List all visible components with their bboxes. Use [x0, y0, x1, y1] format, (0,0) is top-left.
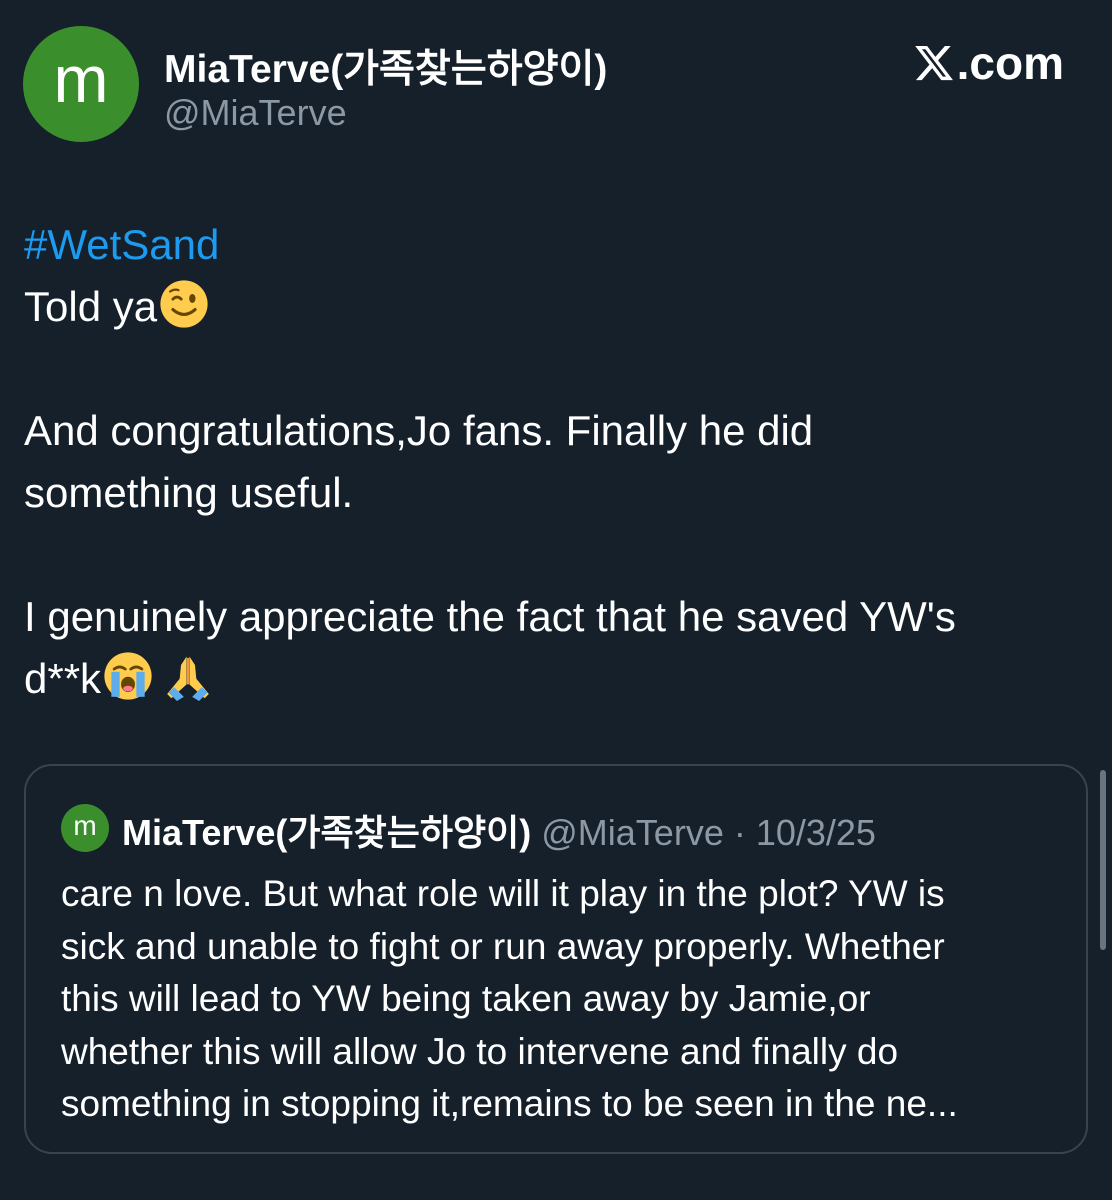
scrollbar[interactable] [1100, 770, 1106, 950]
quoted-author-meta: @MiaTerve · 10/3/25 [541, 812, 876, 853]
author-avatar[interactable]: m [23, 26, 139, 142]
loudly-crying-face-emoji-icon [104, 652, 152, 700]
tweet-text: #WetSand Told ya And congratulations,Jo … [24, 214, 1084, 710]
quoted-tweet-line: care n love. But what role will it play … [61, 873, 945, 914]
tweet-line: I genuinely appreciate the fact that he … [24, 593, 956, 640]
tweet-line: something useful. [24, 469, 354, 516]
x-logo-icon [914, 45, 953, 81]
site-brand: .com [913, 36, 1064, 90]
tweet-line: d**k [24, 655, 102, 702]
quoted-tweet-line: something in stopping it,remains to be s… [61, 1083, 958, 1124]
quoted-tweet-card[interactable]: m MiaTerve(가족찾는하양이) @MiaTerve · 10/3/25 … [24, 764, 1088, 1154]
quoted-tweet-line: whether this will allow Jo to intervene … [61, 1030, 899, 1072]
author-display-name[interactable]: MiaTerve(가족찾는하양이) [164, 38, 607, 94]
folded-hands-emoji-icon [167, 656, 209, 701]
winking-face-emoji-icon [160, 280, 208, 328]
quoted-avatar-letter: m [73, 810, 97, 841]
author-avatar-letter: m [53, 42, 109, 116]
tweet-screenshot: m MiaTerve(가족찾는하양이) @MiaTerve .com #WetS… [0, 0, 1112, 1200]
quoted-author-avatar: m [61, 804, 109, 852]
tweet-line: Told ya [24, 283, 158, 330]
site-brand-label: .com [956, 37, 1064, 89]
tweet-line: And congratulations,Jo fans. Finally he … [24, 407, 814, 454]
author-handle[interactable]: @MiaTerve [164, 92, 347, 134]
quoted-author-name: MiaTerve(가족찾는하양이) [122, 812, 532, 853]
quoted-tweet-text: care n love. But what role will it play … [61, 868, 1061, 1131]
quoted-tweet-line: this will lead to YW being taken away by… [61, 978, 871, 1019]
quoted-tweet-line: sick and unable to fight or run away pro… [61, 925, 945, 967]
quoted-tweet-header: MiaTerve(가족찾는하양이) @MiaTerve · 10/3/25 [122, 804, 876, 856]
hashtag-link[interactable]: #WetSand [24, 221, 219, 268]
